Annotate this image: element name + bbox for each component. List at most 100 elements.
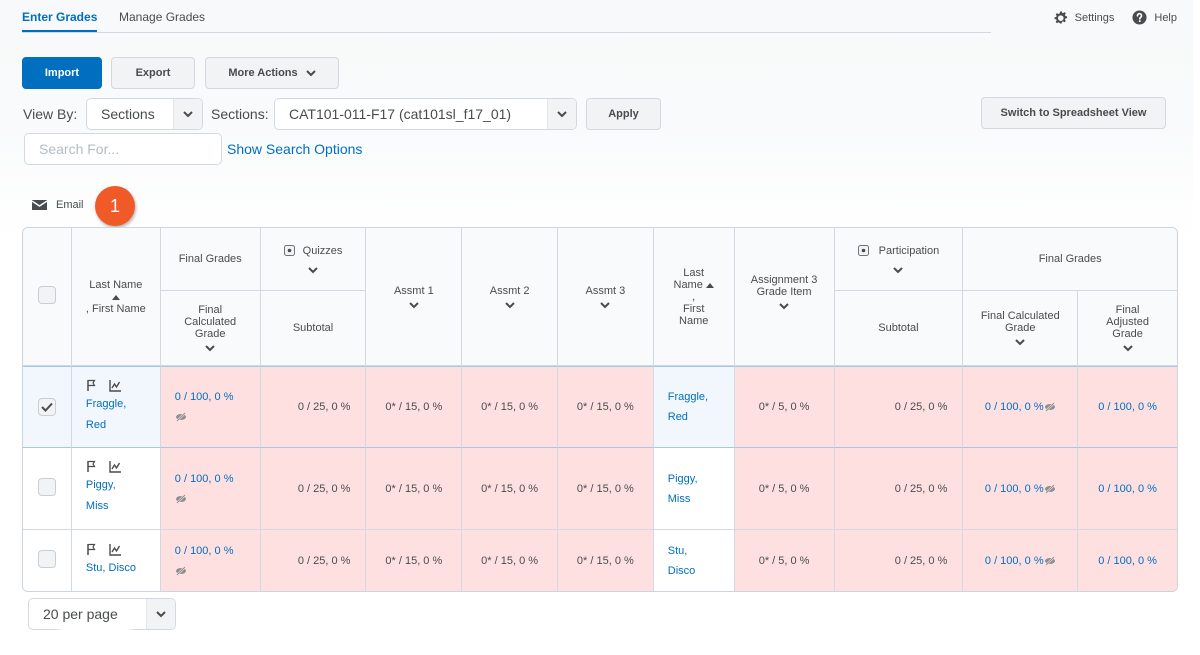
select-all-checkbox[interactable]: [37, 286, 56, 304]
fcg-label-2: Calculated: [184, 316, 237, 328]
name-header[interactable]: Last Name , First Name: [71, 228, 161, 366]
chart-icon[interactable]: [109, 460, 122, 473]
student-last-name-2[interactable]: Fraggle,: [668, 387, 730, 407]
chart-icon[interactable]: [109, 543, 122, 556]
final-calculated-grade-cell-2[interactable]: 0 / 100, 0 %: [963, 530, 1079, 591]
student-first-name[interactable]: Miss: [86, 496, 156, 517]
final-calculated-grade-cell-2[interactable]: 0 / 100, 0 %: [963, 366, 1079, 448]
assmt2-cell[interactable]: 0* / 15, 0 %: [462, 448, 558, 530]
final-calculated-grade-cell[interactable]: 0 / 100, 0 %: [160, 366, 261, 448]
student-last-name-2[interactable]: Stu,: [668, 541, 730, 561]
student-first-name-2[interactable]: Disco: [668, 561, 730, 581]
assmt1-cell[interactable]: 0* / 15, 0 %: [366, 448, 463, 530]
assmt3-cell[interactable]: 0* / 15, 0 %: [557, 366, 654, 448]
student-full-name[interactable]: Stu, Disco: [86, 558, 156, 579]
flag-icon[interactable]: [86, 543, 99, 556]
assmt1-header[interactable]: Assmt 1: [366, 228, 463, 366]
final-adjusted-grade-value[interactable]: 0 / 100, 0 %: [1098, 555, 1157, 567]
switch-spreadsheet-view-button[interactable]: Switch to Spreadsheet View: [981, 97, 1166, 129]
tab-manage-grades[interactable]: Manage Grades: [119, 10, 205, 24]
final-adjusted-grade-value[interactable]: 0 / 100, 0 %: [1098, 483, 1157, 495]
row-checkbox[interactable]: [37, 478, 56, 496]
assmt2-header[interactable]: Assmt 2: [462, 228, 558, 366]
assignment3-label-2: Grade Item: [756, 286, 812, 298]
quizzes-subtotal-cell: 0 / 25, 0 %: [260, 366, 367, 448]
export-button[interactable]: Export: [111, 57, 195, 89]
fcg2-label-1: Final Calculated: [980, 310, 1060, 322]
student-first-name-2[interactable]: Miss: [668, 489, 730, 509]
assignment3-cell[interactable]: 0* / 5, 0 %: [734, 530, 835, 591]
final-adjusted-grade-cell[interactable]: 0 / 100, 0 %: [1078, 448, 1177, 530]
chevron-down-icon[interactable]: [1122, 345, 1133, 352]
student-last-name[interactable]: Fraggle,: [86, 394, 156, 415]
chevron-down-icon[interactable]: [504, 301, 515, 309]
per-page-select[interactable]: 20 per page: [28, 598, 176, 630]
search-input[interactable]: [25, 140, 222, 158]
student-first-name-2[interactable]: Red: [668, 407, 730, 427]
participation-header[interactable]: Participation: [834, 228, 964, 291]
assmt2-cell[interactable]: 0* / 15, 0 %: [462, 366, 558, 448]
name-header-2[interactable]: Last Name , First Name: [653, 228, 735, 366]
final-calculated-grade-cell[interactable]: 0 / 100, 0 %: [160, 448, 261, 530]
assignment3-cell[interactable]: 0* / 5, 0 %: [734, 366, 835, 448]
chevron-down-icon[interactable]: [1015, 339, 1025, 346]
assmt3-cell[interactable]: 0* / 15, 0 %: [557, 530, 654, 591]
import-button[interactable]: Import: [22, 57, 102, 89]
flag-icon[interactable]: [86, 460, 99, 473]
chevron-down-icon[interactable]: [308, 266, 318, 274]
final-calculated-grade-value-2[interactable]: 0 / 100, 0 %: [985, 483, 1044, 495]
sections-select[interactable]: CAT101-011-F17 (cat101sl_f17_01): [274, 98, 577, 130]
show-search-options-link[interactable]: Show Search Options: [227, 141, 362, 157]
assmt1-cell[interactable]: 0* / 15, 0 %: [366, 530, 463, 591]
row-checkbox[interactable]: [37, 550, 56, 568]
final-calculated-grade-value[interactable]: 0 / 100, 0 %: [175, 541, 256, 561]
student-row: Fraggle, Red 0 / 100, 0 % 0 / 25, 0 % 0* …: [23, 366, 1177, 448]
student-first-name[interactable]: Red: [86, 415, 156, 436]
chevron-down-icon[interactable]: [600, 301, 611, 309]
eye-slash-icon: [175, 565, 186, 576]
more-actions-button[interactable]: More Actions: [205, 57, 339, 89]
name-header-first: , First Name: [85, 302, 146, 315]
final-grades-group-header-2: Final Grades: [963, 228, 1177, 291]
name2-name: Name: [673, 278, 703, 291]
assmt3-header[interactable]: Assmt 3: [557, 228, 654, 366]
assmt1-cell[interactable]: 0* / 15, 0 %: [366, 366, 463, 448]
final-calculated-grade-cell-2[interactable]: 0 / 100, 0 %: [963, 448, 1079, 530]
chevron-down-icon[interactable]: [893, 266, 904, 274]
quizzes-header[interactable]: Quizzes: [260, 228, 367, 291]
final-calculated-grade-cell[interactable]: 0 / 100, 0 %: [160, 530, 261, 591]
search-field[interactable]: [24, 133, 222, 165]
assmt3-cell[interactable]: 0* / 15, 0 %: [557, 448, 654, 530]
final-adjusted-grade-header[interactable]: Final Adjusted Grade: [1078, 291, 1177, 366]
help-link[interactable]: Help: [1132, 10, 1177, 25]
flag-icon[interactable]: [86, 379, 99, 392]
row-select-cell: [23, 530, 72, 591]
expand-icon[interactable]: [857, 245, 869, 256]
final-calculated-grade-value-2[interactable]: 0 / 100, 0 %: [985, 555, 1044, 567]
assmt2-cell[interactable]: 0* / 15, 0 %: [462, 530, 558, 591]
apply-button[interactable]: Apply: [586, 98, 661, 130]
chevron-down-icon[interactable]: [205, 345, 215, 352]
chart-icon[interactable]: [109, 379, 122, 392]
final-calculated-grade-value[interactable]: 0 / 100, 0 %: [175, 387, 256, 407]
final-adjusted-grade-cell[interactable]: 0 / 100, 0 %: [1078, 366, 1177, 448]
final-adjusted-grade-cell[interactable]: 0 / 100, 0 %: [1078, 530, 1177, 591]
final-calculated-grade-header-2[interactable]: Final Calculated Grade: [963, 291, 1079, 366]
email-button[interactable]: Email: [32, 199, 84, 211]
final-calculated-grade-header[interactable]: Final Calculated Grade: [160, 291, 261, 366]
expand-icon[interactable]: [283, 245, 295, 256]
row-checkbox[interactable]: [37, 398, 56, 416]
view-by-select[interactable]: Sections: [86, 98, 203, 130]
chevron-down-icon[interactable]: [779, 303, 789, 310]
name2-first: First: [683, 302, 705, 315]
chevron-down-icon[interactable]: [409, 301, 419, 309]
final-adjusted-grade-value[interactable]: 0 / 100, 0 %: [1098, 401, 1157, 413]
assignment3-cell[interactable]: 0* / 5, 0 %: [734, 448, 835, 530]
student-last-name-2[interactable]: Piggy,: [668, 469, 730, 489]
assignment3-header[interactable]: Assignment 3 Grade Item: [734, 228, 835, 366]
final-calculated-grade-value[interactable]: 0 / 100, 0 %: [175, 469, 256, 489]
final-calculated-grade-value-2[interactable]: 0 / 100, 0 %: [985, 401, 1044, 413]
tab-enter-grades[interactable]: Enter Grades: [22, 10, 98, 32]
settings-link[interactable]: Settings: [1053, 10, 1114, 25]
student-last-name[interactable]: Piggy,: [86, 475, 156, 496]
